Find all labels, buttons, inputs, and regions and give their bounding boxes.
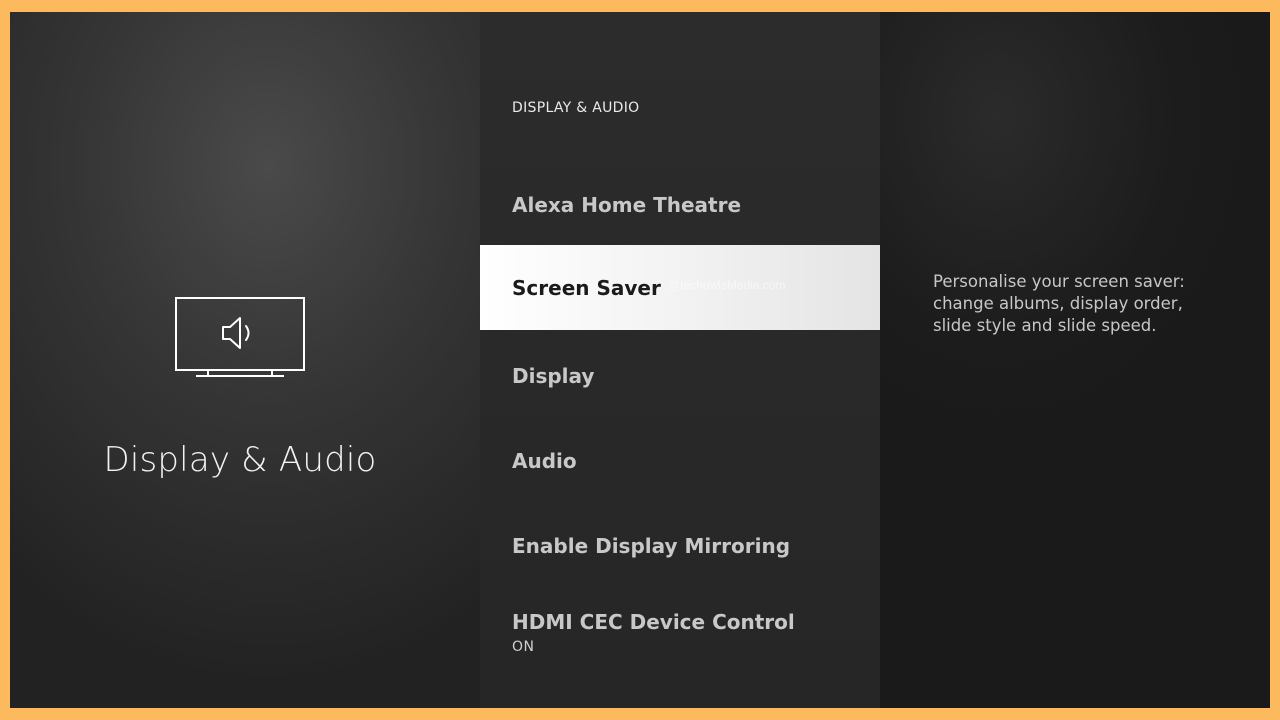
menu-item-label: Alexa Home Theatre	[512, 192, 742, 217]
tv-speaker-icon	[175, 297, 305, 377]
settings-screen: Display & Audio DISPLAY & AUDIO Alexa Ho…	[10, 12, 1270, 708]
menu-item-alexa-home-theatre[interactable]: Alexa Home Theatre	[480, 162, 880, 247]
menu-item-label: HDMI CEC Device Control	[512, 610, 795, 634]
menu-item-display[interactable]: Display	[480, 333, 880, 418]
watermark: @techowlsMedia.com	[668, 278, 786, 292]
category-title: Display & Audio	[103, 440, 377, 480]
description-text: Personalise your screen saver: change al…	[933, 272, 1185, 335]
section-heading: DISPLAY & AUDIO	[512, 100, 640, 116]
category-panel: Display & Audio	[10, 12, 480, 708]
menu-item-screen-saver[interactable]: Screen Saver @techowlsMedia.com	[480, 245, 880, 330]
settings-menu: DISPLAY & AUDIO Alexa Home Theatre Scree…	[480, 12, 880, 708]
menu-item-audio[interactable]: Audio	[480, 418, 880, 503]
description-panel: Personalise your screen saver: change al…	[880, 12, 1270, 708]
menu-item-hdmi-cec-device-control[interactable]: HDMI CEC Device Control ON	[480, 590, 880, 675]
menu-item-label: Display	[512, 363, 595, 388]
menu-item-label: Enable Display Mirroring	[512, 533, 791, 558]
menu-item-enable-display-mirroring[interactable]: Enable Display Mirroring	[480, 503, 880, 588]
menu-item-status: ON	[512, 639, 535, 655]
menu-item-label: Audio	[512, 448, 577, 473]
